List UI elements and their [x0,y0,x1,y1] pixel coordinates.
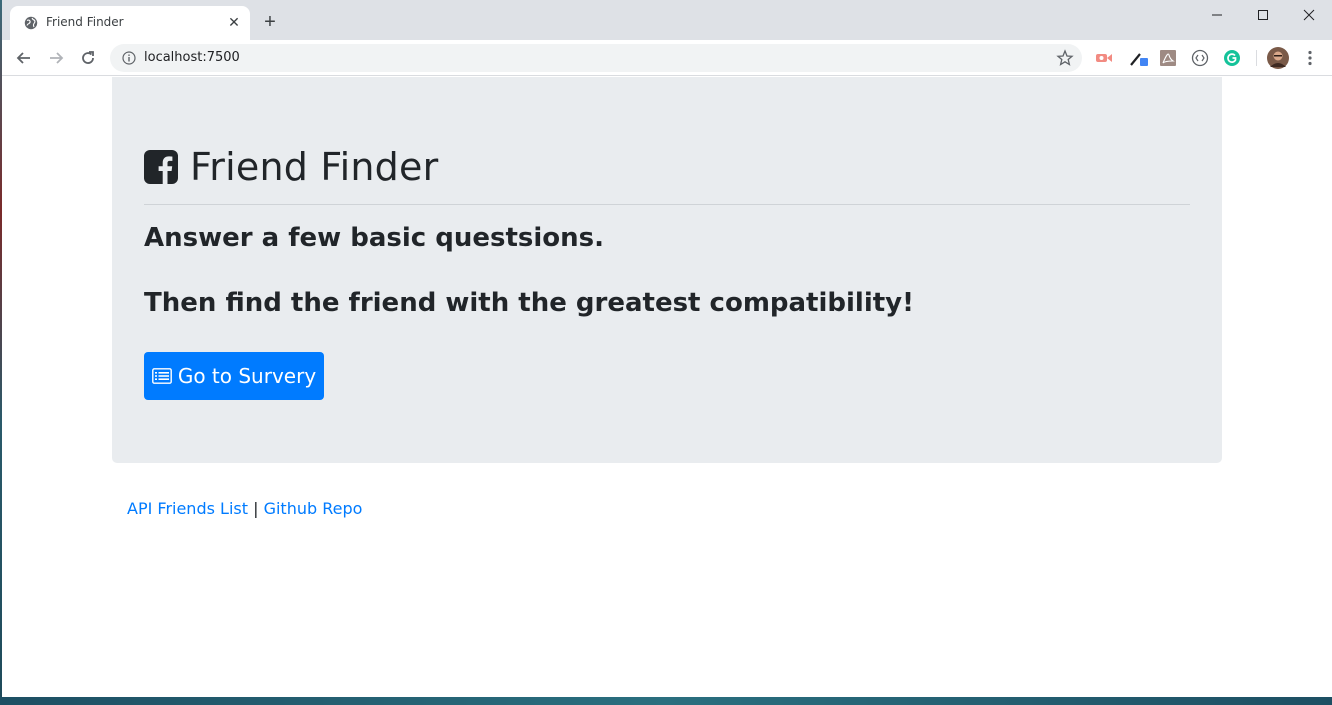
go-to-survey-button[interactable]: Go to Survery [144,352,324,400]
desktop-taskbar-edge [0,697,1332,705]
intro-line-1: Answer a few basic questsions. [144,223,605,253]
pdf-icon[interactable] [1158,48,1178,68]
facebook-square-icon [144,150,178,184]
back-icon[interactable] [12,46,36,70]
toolbar-divider [1256,50,1257,66]
close-icon[interactable] [1286,0,1332,30]
code-icon[interactable] [1190,48,1210,68]
reload-icon[interactable] [76,46,100,70]
title-text: Friend Finder [190,145,439,189]
intro-line-2: Then find the friend with the greatest c… [144,288,914,318]
link-separator: | [253,499,259,518]
tab-friend-finder[interactable]: Friend Finder ✕ [10,6,250,40]
more-menu-icon[interactable] [1300,48,1320,68]
browser-window: Friend Finder ✕ + localhost:7500 Friend … [2,0,1332,697]
globe-icon [24,16,38,30]
minimize-icon[interactable] [1194,0,1240,30]
url-text[interactable]: localhost:7500 [144,50,240,65]
avatar[interactable] [1267,47,1289,69]
forward-icon[interactable] [44,46,68,70]
info-icon[interactable] [122,51,136,65]
browser-toolbar: localhost:7500 [2,40,1332,76]
new-tab-button[interactable]: + [260,12,280,32]
list-alt-icon [151,368,172,384]
tab-close-icon[interactable]: ✕ [226,14,242,30]
bookmark-star-icon[interactable] [1056,49,1074,67]
jumbotron: Friend Finder Answer a few basic questsi… [112,77,1222,463]
maximize-icon[interactable] [1240,0,1286,30]
cast-icon[interactable] [1094,48,1114,68]
eyedropper-icon[interactable] [1128,48,1148,68]
page-content: Friend Finder Answer a few basic questsi… [2,77,1332,697]
grammarly-icon[interactable] [1222,48,1242,68]
tab-bar: Friend Finder ✕ + [2,0,1332,40]
footer-links: API Friends List | Github Repo [127,499,362,518]
survey-button-label: Go to Survery [177,364,317,388]
page-title: Friend Finder [144,145,438,189]
divider [144,204,1190,205]
tab-title: Friend Finder [46,15,124,29]
api-friends-list-link[interactable]: API Friends List [127,499,248,518]
github-repo-link[interactable]: Github Repo [264,499,363,518]
address-bar[interactable]: localhost:7500 [110,44,1082,72]
